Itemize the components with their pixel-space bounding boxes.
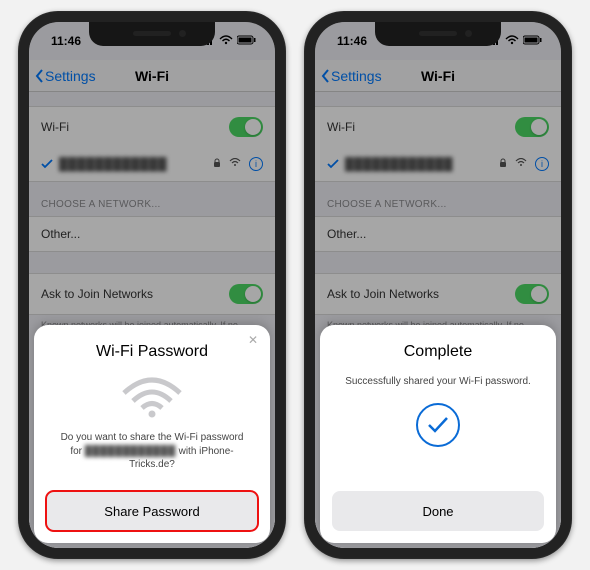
done-button[interactable]: Done (332, 491, 544, 531)
success-check-icon (416, 403, 460, 447)
done-button-label: Done (422, 504, 453, 519)
share-password-button[interactable]: Share Password (46, 491, 258, 531)
sheet-title: Complete (334, 343, 542, 361)
share-password-sheet: ✕ Wi-Fi Password Do you want to share th… (34, 325, 270, 543)
share-message: Do you want to share the Wi-Fi password … (48, 431, 256, 472)
phone-left: 11:46 Settings Wi-Fi Wi-Fi (18, 11, 286, 559)
complete-message: Successfully shared your Wi-Fi password. (334, 375, 542, 389)
wifi-large-icon (48, 375, 256, 419)
sheet-title: Wi-Fi Password (48, 343, 256, 361)
complete-sheet: Complete Successfully shared your Wi-Fi … (320, 325, 556, 543)
share-button-label: Share Password (104, 504, 199, 519)
phone-right: 11:46 Settings Wi-Fi Wi-Fi (304, 11, 572, 559)
close-icon[interactable]: ✕ (248, 333, 258, 347)
